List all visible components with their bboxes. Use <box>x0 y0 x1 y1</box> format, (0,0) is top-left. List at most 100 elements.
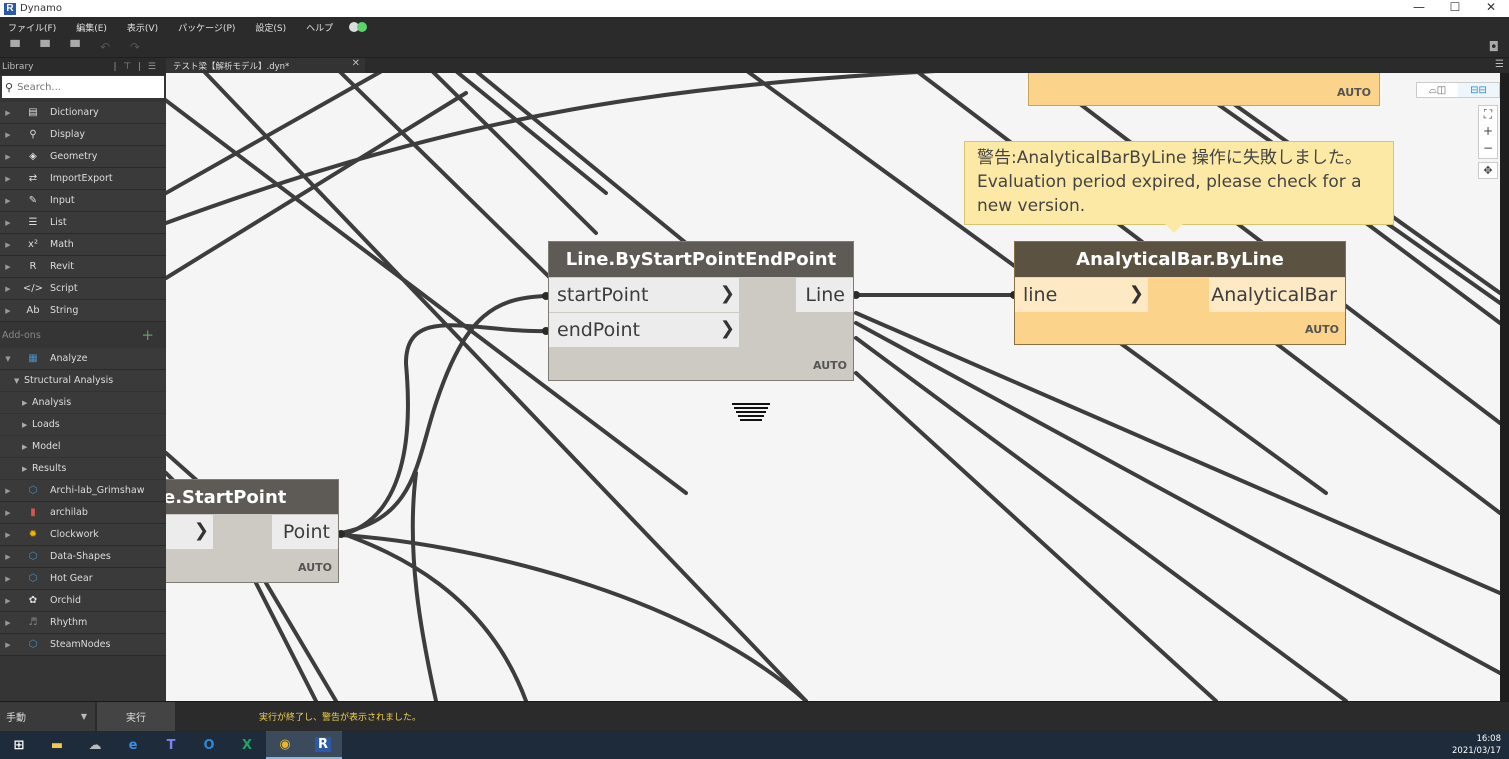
library-item-package[interactable]: ▶ ⬡ Hot Gear <box>0 568 166 590</box>
expand-arrow-icon[interactable]: ▶ <box>0 285 12 293</box>
minimize-button[interactable]: — <box>1401 0 1437 17</box>
library-search-input[interactable] <box>17 81 158 93</box>
add-package-button[interactable]: + <box>141 326 154 344</box>
save-file-icon[interactable]: ▀ <box>60 37 90 57</box>
expand-arrow-icon[interactable]: ▶ <box>0 597 12 605</box>
tab-close-icon[interactable]: ✕ <box>352 58 360 69</box>
menu-help[interactable]: ヘルプ <box>298 21 345 34</box>
run-mode-select[interactable]: 手動 ▼ <box>0 701 95 732</box>
expand-arrow-icon[interactable]: ▶ <box>0 531 12 539</box>
menu-edit[interactable]: 編集(E) <box>68 21 119 34</box>
expand-arrow-icon[interactable]: ▶ <box>0 509 12 517</box>
node-analytical-bar-by-line[interactable]: AnalyticalBar.ByLine line ❯ AnalyticalBa… <box>1014 241 1346 345</box>
library-item-package[interactable]: ▶ ▮ archilab <box>0 502 166 524</box>
library-item-package[interactable]: ▶ ♬ Rhythm <box>0 612 166 634</box>
library-item-analysis[interactable]: ▶ Analysis <box>0 392 166 414</box>
library-item-package[interactable]: ▶ ⬡ Archi-lab_Grimshaw <box>0 480 166 502</box>
teams-icon[interactable]: T <box>152 731 190 759</box>
library-item-math[interactable]: ▶ x² Math <box>0 234 166 256</box>
node-curve-startpoint[interactable]: e.StartPoint ❯ Point AUTO <box>166 479 339 583</box>
expand-arrow-icon[interactable]: ▶ <box>0 619 12 627</box>
zoom-out-button[interactable]: − <box>1483 140 1493 157</box>
library-item-structural-analysis[interactable]: ▼ Structural Analysis <box>0 370 166 392</box>
menu-view[interactable]: 表示(V) <box>119 21 170 34</box>
input-port-startpoint[interactable]: startPoint ❯ <box>549 278 739 312</box>
tab-workspace[interactable]: テスト梁【解析モデル】.dyn* ✕ <box>166 58 365 73</box>
collapse-arrow-icon[interactable]: ▼ <box>14 377 24 385</box>
notification-toggle-icon[interactable] <box>349 22 368 32</box>
expand-arrow-icon[interactable]: ▶ <box>0 219 12 227</box>
library-item-analyze[interactable]: ▼ ▦ Analyze <box>0 348 166 370</box>
camera-icon[interactable]: ◘ <box>1489 40 1499 55</box>
library-item-loads[interactable]: ▶ Loads <box>0 414 166 436</box>
library-item-package[interactable]: ▶ ✿ Orchid <box>0 590 166 612</box>
expand-arrow-icon[interactable]: ▶ <box>0 131 12 139</box>
system-clock[interactable]: 16:08 2021/03/17 <box>1452 733 1501 757</box>
lacing-label[interactable]: AUTO <box>1337 86 1371 99</box>
expand-arrow-icon[interactable]: ▶ <box>0 641 12 649</box>
output-port-analyticalbar[interactable]: AnalyticalBar <box>1209 278 1345 312</box>
open-file-icon[interactable]: ▀ <box>30 37 60 57</box>
zoom-fit-icon[interactable]: ⛶ <box>1484 106 1492 123</box>
menu-settings[interactable]: 設定(S) <box>247 21 298 34</box>
pan-icon[interactable]: ✥ <box>1478 162 1498 179</box>
undo-icon[interactable]: ↶ <box>90 37 120 57</box>
excel-icon[interactable]: X <box>228 731 266 759</box>
revit-icon[interactable]: R <box>304 731 342 759</box>
library-item-importexport[interactable]: ▶ ⇄ ImportExport <box>0 168 166 190</box>
expand-arrow-icon[interactable]: ▶ <box>22 443 32 451</box>
expand-arrow-icon[interactable]: ▶ <box>22 421 32 429</box>
library-item-input[interactable]: ▶ ✎ Input <box>0 190 166 212</box>
menu-packages[interactable]: パッケージ(P) <box>170 21 247 34</box>
library-item-package[interactable]: ▶ ✹ Clockwork <box>0 524 166 546</box>
canvas-scrollbar[interactable] <box>1500 73 1509 701</box>
library-item-list[interactable]: ▶ ☰ List <box>0 212 166 234</box>
library-item-dictionary[interactable]: ▶ ▤ Dictionary <box>0 102 166 124</box>
library-item-package[interactable]: ▶ ⬡ Data-Shapes <box>0 546 166 568</box>
input-port-endpoint[interactable]: endPoint ❯ <box>549 313 739 347</box>
expand-arrow-icon[interactable]: ▶ <box>22 465 32 473</box>
library-item-geometry[interactable]: ▶ ◈ Geometry <box>0 146 166 168</box>
library-item-revit[interactable]: ▶ R Revit <box>0 256 166 278</box>
expand-arrow-icon[interactable]: ▶ <box>0 263 12 271</box>
expand-arrow-icon[interactable]: ▶ <box>0 553 12 561</box>
library-item-results[interactable]: ▶ Results <box>0 458 166 480</box>
lacing-label[interactable]: AUTO <box>1305 323 1339 336</box>
lacing-label[interactable]: AUTO <box>298 561 332 574</box>
zoom-in-button[interactable]: + <box>1483 123 1493 140</box>
expand-arrow-icon[interactable]: ▶ <box>0 307 12 315</box>
outlook-icon[interactable]: O <box>190 731 228 759</box>
windows-start-icon[interactable]: ⊞ <box>0 731 38 759</box>
expand-arrow-icon[interactable]: ▶ <box>0 241 12 249</box>
tab-menu-icon[interactable]: ☰ <box>1495 59 1504 70</box>
library-view-controls[interactable]: | ⊤ | ☰ <box>113 62 166 72</box>
node-top-partial[interactable]: AUTO <box>1028 73 1380 106</box>
expand-arrow-icon[interactable]: ▶ <box>0 575 12 583</box>
library-item-display[interactable]: ▶ ⚲ Display <box>0 124 166 146</box>
library-item-string[interactable]: ▶ Ab String <box>0 300 166 322</box>
input-port-curve[interactable]: ❯ <box>166 515 213 549</box>
input-port-line[interactable]: line ❯ <box>1015 278 1148 312</box>
expand-arrow-icon[interactable]: ▶ <box>0 153 12 161</box>
expand-arrow-icon[interactable]: ▶ <box>0 487 12 495</box>
chrome-icon[interactable]: ◉ <box>266 731 304 759</box>
maximize-button[interactable]: ☐ <box>1437 0 1473 17</box>
graph-view-button[interactable]: ⊟⊟ <box>1458 83 1499 97</box>
redo-icon[interactable]: ↷ <box>120 37 150 57</box>
geometry-view-button[interactable]: ⌓◫ <box>1417 83 1458 97</box>
node-line-by-start-end[interactable]: Line.ByStartPointEndPoint startPoint ❯ e… <box>548 241 854 381</box>
output-port-line[interactable]: Line <box>796 278 853 312</box>
library-item-package[interactable]: ▶ ⬡ SteamNodes <box>0 634 166 656</box>
run-button[interactable]: 実行 <box>97 701 175 732</box>
library-item-model[interactable]: ▶ Model <box>0 436 166 458</box>
warning-bubble[interactable]: 警告:AnalyticalBarByLine 操作に失敗しました。 Evalua… <box>964 141 1394 233</box>
library-item-script[interactable]: ▶ </> Script <box>0 278 166 300</box>
output-port-point[interactable]: Point <box>272 515 338 549</box>
new-file-icon[interactable]: ▀ <box>0 37 30 57</box>
file-explorer-icon[interactable]: ▬ <box>38 731 76 759</box>
expand-arrow-icon[interactable]: ▶ <box>0 175 12 183</box>
collapse-arrow-icon[interactable]: ▼ <box>0 355 12 363</box>
expand-arrow-icon[interactable]: ▶ <box>0 109 12 117</box>
close-button[interactable]: ✕ <box>1473 0 1509 17</box>
menu-file[interactable]: ファイル(F) <box>0 21 68 34</box>
